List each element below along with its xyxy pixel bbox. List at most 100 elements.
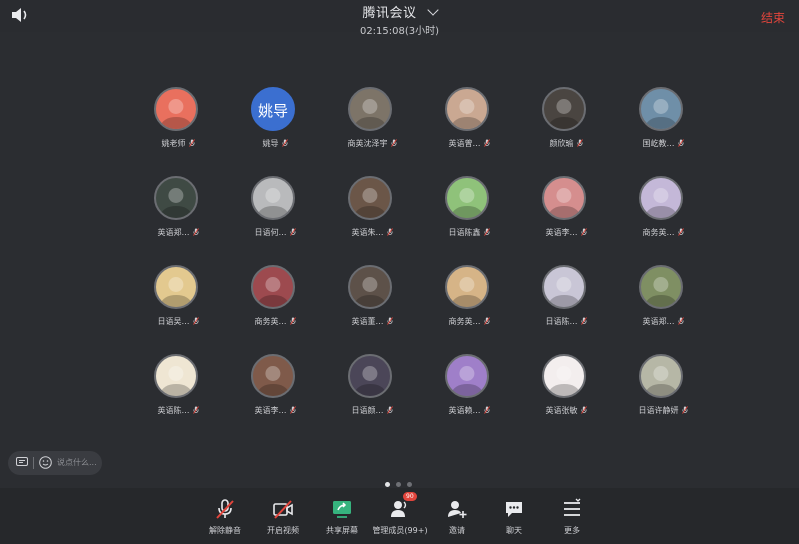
participant-tile[interactable]: 英语赖… [429, 354, 509, 434]
avatar[interactable] [154, 354, 198, 398]
avatar-photo-body [258, 295, 288, 307]
participant-name: 日语吴… [157, 317, 190, 326]
muted-mic-icon [386, 317, 393, 325]
avatar-photo-face [556, 276, 572, 292]
avatar[interactable] [154, 265, 198, 309]
participant-tile[interactable]: 英语李… [235, 354, 315, 434]
avatar-photo-body [549, 117, 579, 129]
participant-name: 日语颜… [351, 406, 384, 415]
avatar-photo-body [258, 384, 288, 396]
avatar-photo-body [452, 117, 482, 129]
start-video-button[interactable]: 开启视频 [252, 498, 314, 536]
participant-tile[interactable]: 英语郑… [138, 176, 218, 256]
participant-tile[interactable]: 英语郑… [623, 265, 703, 345]
avatar[interactable] [445, 87, 489, 131]
manage-members-button[interactable]: 90 管理成员(99+) [368, 492, 432, 536]
avatar[interactable] [348, 176, 392, 220]
participant-tile[interactable]: 英语张敏 [526, 354, 606, 434]
avatar[interactable]: 姚导 [251, 87, 295, 131]
avatar-photo-body [355, 384, 385, 396]
participant-tile[interactable]: 日语许静妍 [623, 354, 703, 434]
avatar[interactable] [154, 176, 198, 220]
invite-icon [448, 501, 467, 518]
meeting-title[interactable]: 腾讯会议 [362, 6, 416, 21]
avatar[interactable] [542, 265, 586, 309]
avatar[interactable] [639, 354, 683, 398]
chevron-down-icon[interactable] [426, 4, 439, 16]
avatar[interactable] [348, 265, 392, 309]
participant-tile[interactable]: 日语何… [235, 176, 315, 256]
avatar-photo-face [362, 187, 378, 203]
meeting-title-area[interactable]: 腾讯会议 02:15:08(3小时) [0, 2, 799, 37]
participant-tile[interactable]: 姚导 姚导 [235, 87, 315, 167]
participant-name: 颜欣瑜 [549, 139, 574, 148]
participant-tile[interactable]: 英语董… [332, 265, 412, 345]
participant-tile[interactable]: 国屹教… [623, 87, 703, 167]
chat-button[interactable]: 聊天 [483, 498, 545, 536]
avatar[interactable] [251, 176, 295, 220]
participant-name: 商英沈泽宇 [347, 139, 388, 148]
avatar[interactable] [639, 176, 683, 220]
unmute-button[interactable]: 解除静音 [194, 498, 256, 536]
end-meeting-button[interactable]: 结束 [761, 9, 785, 26]
avatar[interactable] [348, 354, 392, 398]
participant-tile[interactable]: 商务英… [429, 265, 509, 345]
avatar[interactable] [445, 265, 489, 309]
avatar-photo-face [168, 187, 184, 203]
page-dot[interactable] [385, 482, 390, 487]
participant-tile[interactable]: 日语陈… [526, 265, 606, 345]
muted-mic-icon [681, 406, 688, 414]
avatar[interactable] [348, 87, 392, 131]
participant-tile[interactable]: 英语朱… [332, 176, 412, 256]
participant-name: 英语郑… [157, 228, 190, 237]
chat-bubble-icon[interactable] [16, 457, 28, 468]
participant-tile[interactable]: 日语吴… [138, 265, 218, 345]
avatar-photo-body [646, 117, 676, 129]
participant-tile[interactable]: 颜欣瑜 [526, 87, 606, 167]
participant-tile[interactable]: 英语曾… [429, 87, 509, 167]
participant-name: 姚导 [262, 139, 279, 148]
participant-tile[interactable]: 姚老师 [138, 87, 218, 167]
share-screen-button[interactable]: 共享屏幕 [311, 498, 373, 536]
participant-name: 英语赖… [448, 406, 481, 415]
muted-mic-icon [192, 317, 199, 325]
avatar[interactable] [639, 87, 683, 131]
members-badge: 90 [403, 492, 417, 501]
avatar[interactable] [154, 87, 198, 131]
muted-mic-icon [580, 228, 587, 236]
quick-chat-input[interactable]: 说点什么... [8, 451, 102, 475]
participant-tile[interactable]: 日语陈鑫 [429, 176, 509, 256]
avatar[interactable] [542, 87, 586, 131]
avatar-photo-face [265, 187, 281, 203]
avatar[interactable] [542, 176, 586, 220]
participant-name: 姚老师 [161, 139, 186, 148]
invite-button[interactable]: 邀请 [426, 498, 488, 536]
participant-name: 日语何… [254, 228, 287, 237]
avatar[interactable] [251, 354, 295, 398]
participant-tile[interactable]: 日语颜… [332, 354, 412, 434]
page-dot[interactable] [396, 482, 401, 487]
avatar-photo-body [161, 206, 191, 218]
participant-tile[interactable]: 英语陈… [138, 354, 218, 434]
more-button[interactable]: 更多 [541, 498, 603, 536]
emoji-icon[interactable] [39, 456, 52, 469]
participant-name-row: 英语董… [332, 316, 412, 327]
manage-members-label: 管理成员(99+) [372, 526, 428, 535]
avatar-photo-face [459, 98, 475, 114]
participant-name-row: 英语李… [526, 227, 606, 238]
avatar-photo-body [161, 384, 191, 396]
avatar[interactable] [542, 354, 586, 398]
participant-tile[interactable]: 商务英… [235, 265, 315, 345]
page-dot[interactable] [407, 482, 412, 487]
participant-tile[interactable]: 英语李… [526, 176, 606, 256]
participant-name-row: 日语陈鑫 [429, 227, 509, 238]
avatar[interactable] [251, 265, 295, 309]
avatar[interactable] [445, 176, 489, 220]
participant-tile[interactable]: 商务英… [623, 176, 703, 256]
participant-tile[interactable]: 商英沈泽宇 [332, 87, 412, 167]
avatar[interactable] [445, 354, 489, 398]
share-screen-icon [333, 501, 351, 518]
avatar[interactable] [639, 265, 683, 309]
avatar-photo-body [161, 295, 191, 307]
participant-name-row: 国屹教… [623, 138, 703, 149]
